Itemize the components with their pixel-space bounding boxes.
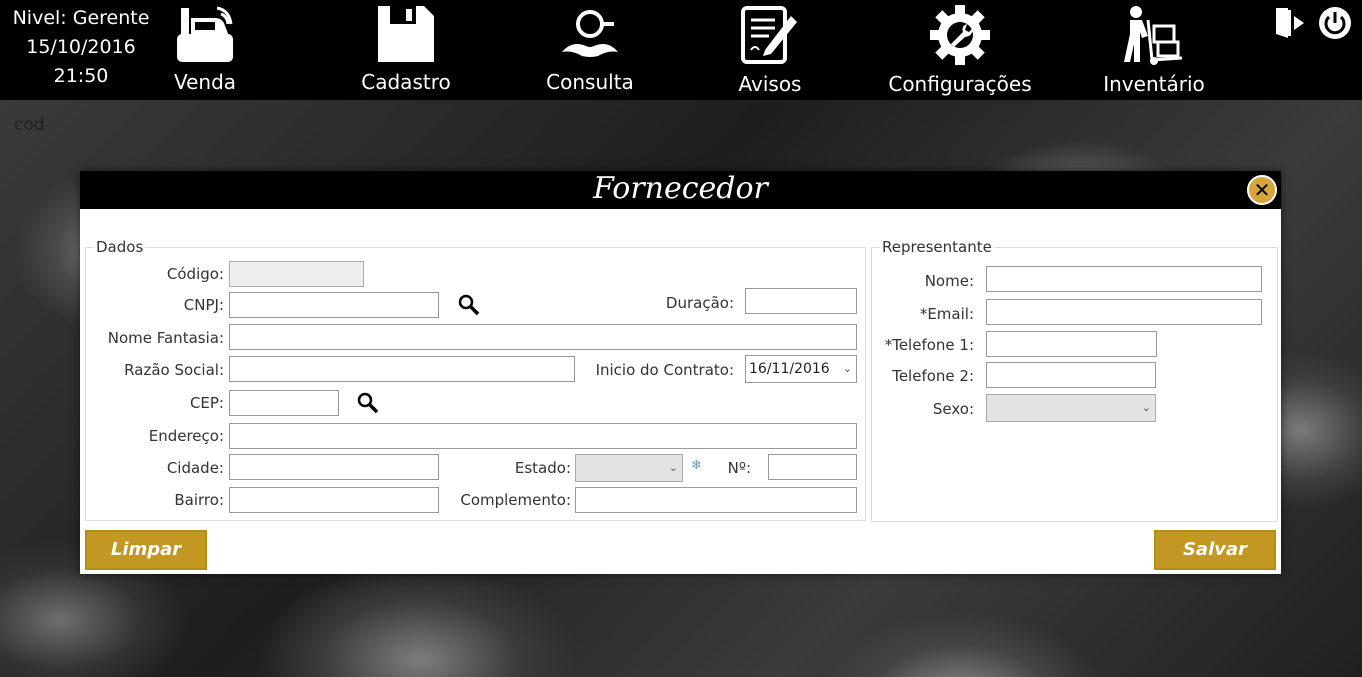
cidade-label: Cidade: [166,459,224,477]
cidade-input[interactable] [229,454,439,480]
nav-consulta[interactable]: Consulta [540,4,640,94]
complemento-label: Complemento: [460,491,571,509]
close-button[interactable]: ✕ [1247,175,1277,205]
rep-email-label: *Email: [919,305,974,323]
nav-venda[interactable]: Venda [168,4,242,94]
power-icon[interactable] [1318,6,1352,40]
rep-telefone1-label: *Telefone 1: [884,336,974,354]
cnpj-label: CNPJ: [183,296,224,314]
gear-wrench-icon [930,5,990,65]
endereco-input[interactable] [229,423,857,449]
bairro-input[interactable] [229,487,439,513]
representante-group: Representante Nome: *Email: *Telefone 1:… [871,238,1278,522]
rep-telefone2-label: Telefone 2: [892,367,974,385]
endereco-label: Endereço: [148,427,224,445]
rep-sexo-select[interactable]: ⌄ [986,394,1156,422]
razao-social-input[interactable] [229,356,575,382]
detective-mustache-icon [562,10,618,57]
nav-avisos[interactable]: Avisos [738,4,802,96]
cnpj-input[interactable] [229,292,439,318]
codigo-input[interactable] [229,261,364,287]
required-star-icon: ❄ [691,458,702,473]
chevron-down-icon: ⌄ [668,461,678,474]
cash-register-icon [177,6,233,62]
cep-search-icon[interactable] [357,392,379,414]
limpar-button[interactable]: Limpar [85,530,207,570]
rep-telefone2-input[interactable] [986,362,1156,388]
codigo-label: Código: [166,265,224,283]
nav-cadastro[interactable]: Cadastro [356,4,456,94]
hand-truck-worker-icon [1124,6,1183,65]
duracao-label: Duração: [665,294,734,312]
nav-avisos-label: Avisos [738,72,802,96]
nav-configuracoes[interactable]: Configurações [882,4,1038,96]
inicio-contrato-value: 16/11/2016 [749,361,830,377]
chevron-down-icon: ⌄ [842,362,852,375]
dialog-header: Fornecedor ✕ [80,171,1281,209]
chevron-down-icon: ⌄ [1141,401,1151,414]
nav-cadastro-label: Cadastro [361,70,451,94]
rep-email-input[interactable] [986,299,1262,325]
estado-select[interactable]: ⌄ [575,454,683,482]
razao-social-label: Razão Social: [124,361,224,379]
numero-input[interactable] [768,454,857,480]
save-disk-icon [378,6,434,62]
cod-label: cod [14,115,45,135]
nome-fantasia-label: Nome Fantasia: [107,329,224,347]
rep-sexo-label: Sexo: [932,400,974,418]
user-level: Nivel: Gerente [12,7,150,29]
nav-consulta-label: Consulta [546,70,634,94]
rep-nome-label: Nome: [924,272,974,290]
nav-inventario[interactable]: Inventário [1100,4,1208,96]
cnpj-search-icon[interactable] [458,294,480,316]
inicio-contrato-date-picker[interactable]: 16/11/2016 ⌄ [745,355,857,383]
dados-legend: Dados [94,238,146,256]
dialog-title: Fornecedor [593,171,768,206]
logout-door-icon[interactable] [1274,6,1308,40]
numero-label: Nº: [727,459,751,477]
rep-nome-input[interactable] [986,266,1262,292]
estado-label: Estado: [514,459,571,477]
top-navigation-bar: Nivel: Gerente 15/10/2016 21:50 Venda Ca… [0,0,1362,100]
representante-legend: Representante [880,238,994,256]
cep-label: CEP: [189,394,224,412]
bairro-label: Bairro: [174,491,224,509]
nav-inventario-label: Inventário [1103,72,1205,96]
status-panel: Nivel: Gerente 15/10/2016 21:50 [6,4,156,91]
document-pen-icon [741,6,797,64]
dados-group: Dados Código: CNPJ: Duração: Nome Fantas… [85,238,866,521]
fornecedor-dialog: Fornecedor ✕ Dados Código: CNPJ: Duração… [80,171,1281,574]
duracao-input[interactable] [745,288,857,314]
close-icon: ✕ [1253,178,1271,202]
salvar-button[interactable]: Salvar [1154,530,1276,570]
nav-configuracoes-label: Configurações [888,72,1032,96]
rep-telefone1-input[interactable] [986,331,1157,357]
nome-fantasia-input[interactable] [229,324,857,350]
nav-venda-label: Venda [173,70,237,94]
complemento-input[interactable] [575,487,857,513]
current-date: 15/10/2016 [26,36,136,58]
current-time: 21:50 [53,65,109,87]
inicio-contrato-label: Inicio do Contrato: [595,361,734,379]
cep-input[interactable] [229,390,339,416]
